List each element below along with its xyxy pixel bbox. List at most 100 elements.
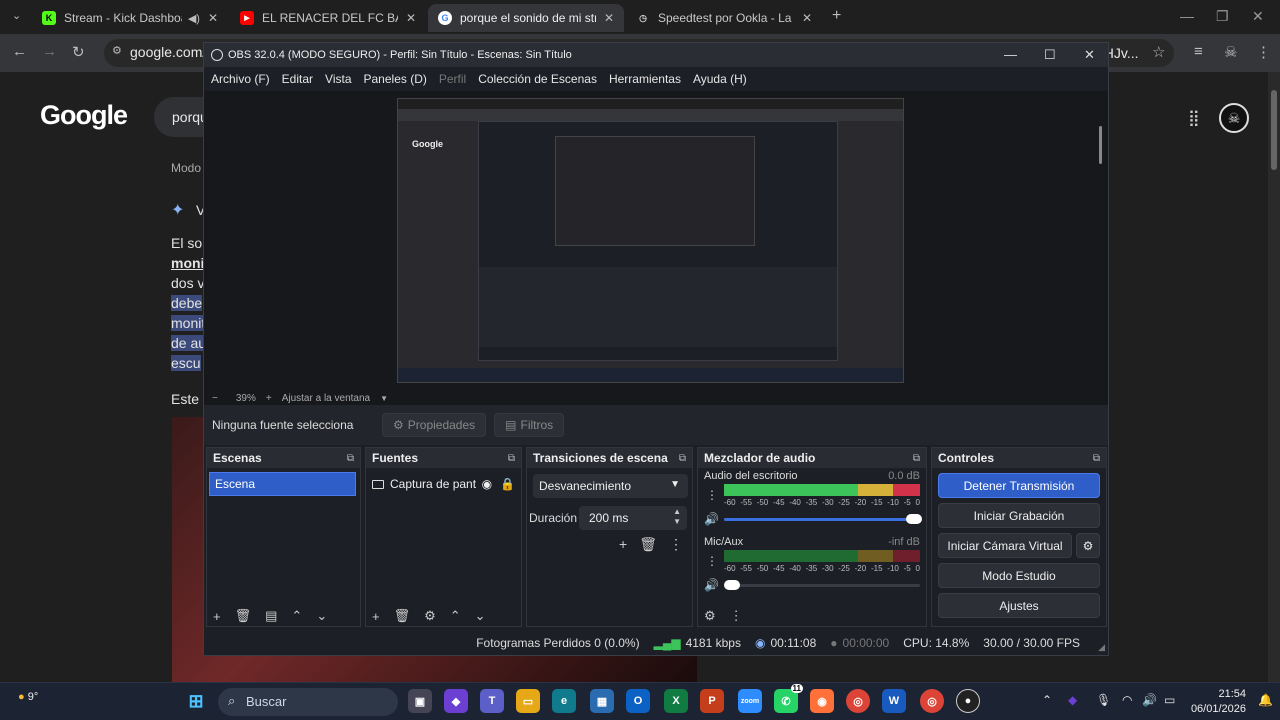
- mode-tab[interactable]: Modo: [171, 161, 201, 175]
- menu-ayuda[interactable]: Ayuda (H): [693, 72, 747, 86]
- copilot-tray-icon[interactable]: ◆: [1068, 693, 1077, 707]
- move-up-icon[interactable]: ⌃: [450, 608, 461, 624]
- file-explorer-icon[interactable]: ▭: [516, 689, 540, 713]
- eye-icon[interactable]: ◉: [482, 477, 492, 491]
- powerpoint-icon[interactable]: P: [700, 689, 724, 713]
- copilot-icon[interactable]: ◆: [444, 689, 468, 713]
- more-icon[interactable]: ⋮: [706, 488, 718, 502]
- google-logo[interactable]: Google: [40, 100, 128, 131]
- more-icon[interactable]: ⋮: [730, 608, 743, 624]
- volume-icon[interactable]: 🔊: [1142, 693, 1157, 707]
- more-icon[interactable]: ⋮: [669, 536, 683, 553]
- undock-icon[interactable]: ⧉: [679, 453, 686, 464]
- outlook-icon[interactable]: O: [626, 689, 650, 713]
- obs-taskbar-icon[interactable]: ●: [956, 689, 980, 713]
- tab-youtube-barcelona[interactable]: ▶ EL RENACER DEL FC BARCELONA ✕: [230, 4, 426, 32]
- add-icon[interactable]: +: [213, 609, 221, 624]
- stream-preview[interactable]: Google: [397, 98, 904, 383]
- maximize-icon[interactable]: ❐: [1216, 8, 1229, 25]
- menu-coleccion-escenas[interactable]: Colección de Escenas: [478, 72, 597, 86]
- gear-icon[interactable]: ⚙: [424, 608, 436, 624]
- notification-bell-icon[interactable]: 🔔: [1258, 693, 1273, 707]
- start-windows-icon[interactable]: ⊞: [184, 689, 208, 713]
- preview-scrollbar[interactable]: [1098, 96, 1103, 386]
- close-tab-icon[interactable]: ✕: [604, 11, 614, 25]
- account-avatar[interactable]: ☠: [1219, 103, 1249, 133]
- back-icon[interactable]: ←: [12, 43, 27, 60]
- preview-area[interactable]: Google: [204, 91, 1108, 391]
- trash-icon[interactable]: 🗑: [639, 536, 657, 553]
- tab-search-icon[interactable]: ⌄: [12, 9, 21, 22]
- reload-icon[interactable]: ↻: [72, 43, 85, 61]
- weather-widget[interactable]: ● 9°: [18, 691, 38, 703]
- fit-to-window-button[interactable]: Ajustar a la ventana: [282, 393, 370, 404]
- volume-slider[interactable]: [724, 514, 922, 524]
- menu-editar[interactable]: Editar: [282, 72, 313, 86]
- word-icon[interactable]: W: [882, 689, 906, 713]
- zoom-dropdown-icon[interactable]: ▼: [380, 394, 388, 403]
- system-clock[interactable]: 21:54 06/01/2026: [1191, 687, 1246, 717]
- filters-button[interactable]: ▤ Filtros: [494, 413, 565, 437]
- firefox-icon[interactable]: ◉: [810, 689, 834, 713]
- tab-google-search[interactable]: G porque el sonido de mi stream ✕: [428, 4, 624, 32]
- advanced-audio-icon[interactable]: ⚙: [704, 608, 716, 624]
- close-tab-icon[interactable]: ✕: [208, 11, 218, 25]
- tab-speedtest[interactable]: ◷ Speedtest por Ookla - La prueba ✕: [626, 4, 822, 32]
- scene-item[interactable]: Escena: [209, 472, 356, 496]
- store-icon[interactable]: ▦: [590, 689, 614, 713]
- excel-icon[interactable]: X: [664, 689, 688, 713]
- trash-icon[interactable]: 🗑: [235, 608, 252, 624]
- lock-icon[interactable]: 🔒: [500, 477, 515, 491]
- undock-icon[interactable]: ⧉: [913, 453, 920, 464]
- menu-paneles[interactable]: Paneles (D): [364, 72, 427, 86]
- transition-select[interactable]: Desvanecimiento ▼: [533, 474, 688, 498]
- close-tab-icon[interactable]: ✕: [406, 11, 416, 25]
- move-down-icon[interactable]: ⌄: [316, 608, 327, 624]
- resize-grip-icon[interactable]: ◢: [1098, 642, 1105, 653]
- reading-list-icon[interactable]: ≡: [1194, 43, 1203, 60]
- edge-icon[interactable]: e: [552, 689, 576, 713]
- zoom-out-button[interactable]: −: [212, 393, 218, 404]
- minimize-icon[interactable]: —: [1004, 47, 1017, 62]
- volume-knob[interactable]: [906, 514, 922, 524]
- virtual-camera-settings-gear-icon[interactable]: ⚙: [1076, 533, 1100, 558]
- taskbar-search[interactable]: ⌕ Buscar: [218, 688, 398, 716]
- scrollbar-thumb[interactable]: [1099, 126, 1102, 164]
- chrome-icon[interactable]: ◎: [846, 689, 870, 713]
- chrome-profile-icon[interactable]: ◎: [920, 689, 944, 713]
- zoom-icon[interactable]: zoom: [738, 689, 762, 713]
- trash-icon[interactable]: 🗑: [394, 608, 411, 624]
- teams-icon[interactable]: T: [480, 689, 504, 713]
- maximize-icon[interactable]: ☐: [1044, 47, 1056, 63]
- add-icon[interactable]: +: [619, 536, 627, 553]
- source-item[interactable]: Captura de pant ◉ 🔒: [372, 472, 515, 496]
- profile-avatar-icon[interactable]: ☠: [1224, 43, 1237, 61]
- volume-slider[interactable]: [724, 580, 920, 590]
- menu-archivo[interactable]: Archivo (F): [211, 72, 270, 86]
- duration-stepper[interactable]: 200 ms ▲ ▼: [579, 506, 687, 530]
- menu-perfil[interactable]: Perfil: [439, 72, 466, 86]
- minimize-icon[interactable]: —: [1180, 8, 1194, 24]
- tab-kick-dashboard[interactable]: K Stream - Kick Dashboard ◀) ✕: [32, 4, 228, 32]
- menu-herramientas[interactable]: Herramientas: [609, 72, 681, 86]
- add-icon[interactable]: +: [372, 609, 380, 624]
- more-icon[interactable]: ⋮: [706, 554, 718, 568]
- battery-icon[interactable]: ▭: [1164, 693, 1175, 707]
- google-apps-icon[interactable]: ⣿: [1188, 108, 1200, 128]
- settings-button[interactable]: Ajustes: [938, 593, 1100, 618]
- microphone-icon[interactable]: 🎙: [1096, 693, 1111, 707]
- speaker-icon[interactable]: 🔊: [704, 512, 719, 526]
- show-hidden-icons-icon[interactable]: ⌃: [1042, 693, 1052, 707]
- whatsapp-icon[interactable]: ✆ 11: [774, 684, 803, 713]
- menu-vista[interactable]: Vista: [325, 72, 351, 86]
- close-tab-icon[interactable]: ✕: [802, 11, 812, 25]
- start-recording-button[interactable]: Iniciar Grabación: [938, 503, 1100, 528]
- audio-playing-icon[interactable]: ◀): [188, 12, 200, 25]
- site-info-icon[interactable]: ⚙: [112, 44, 122, 57]
- studio-mode-button[interactable]: Modo Estudio: [938, 563, 1100, 588]
- zoom-in-button[interactable]: +: [266, 393, 272, 404]
- page-scrollbar[interactable]: [1268, 72, 1280, 682]
- move-down-icon[interactable]: ⌄: [475, 608, 486, 624]
- close-icon[interactable]: ✕: [1084, 47, 1095, 63]
- undock-icon[interactable]: ⧉: [347, 453, 354, 464]
